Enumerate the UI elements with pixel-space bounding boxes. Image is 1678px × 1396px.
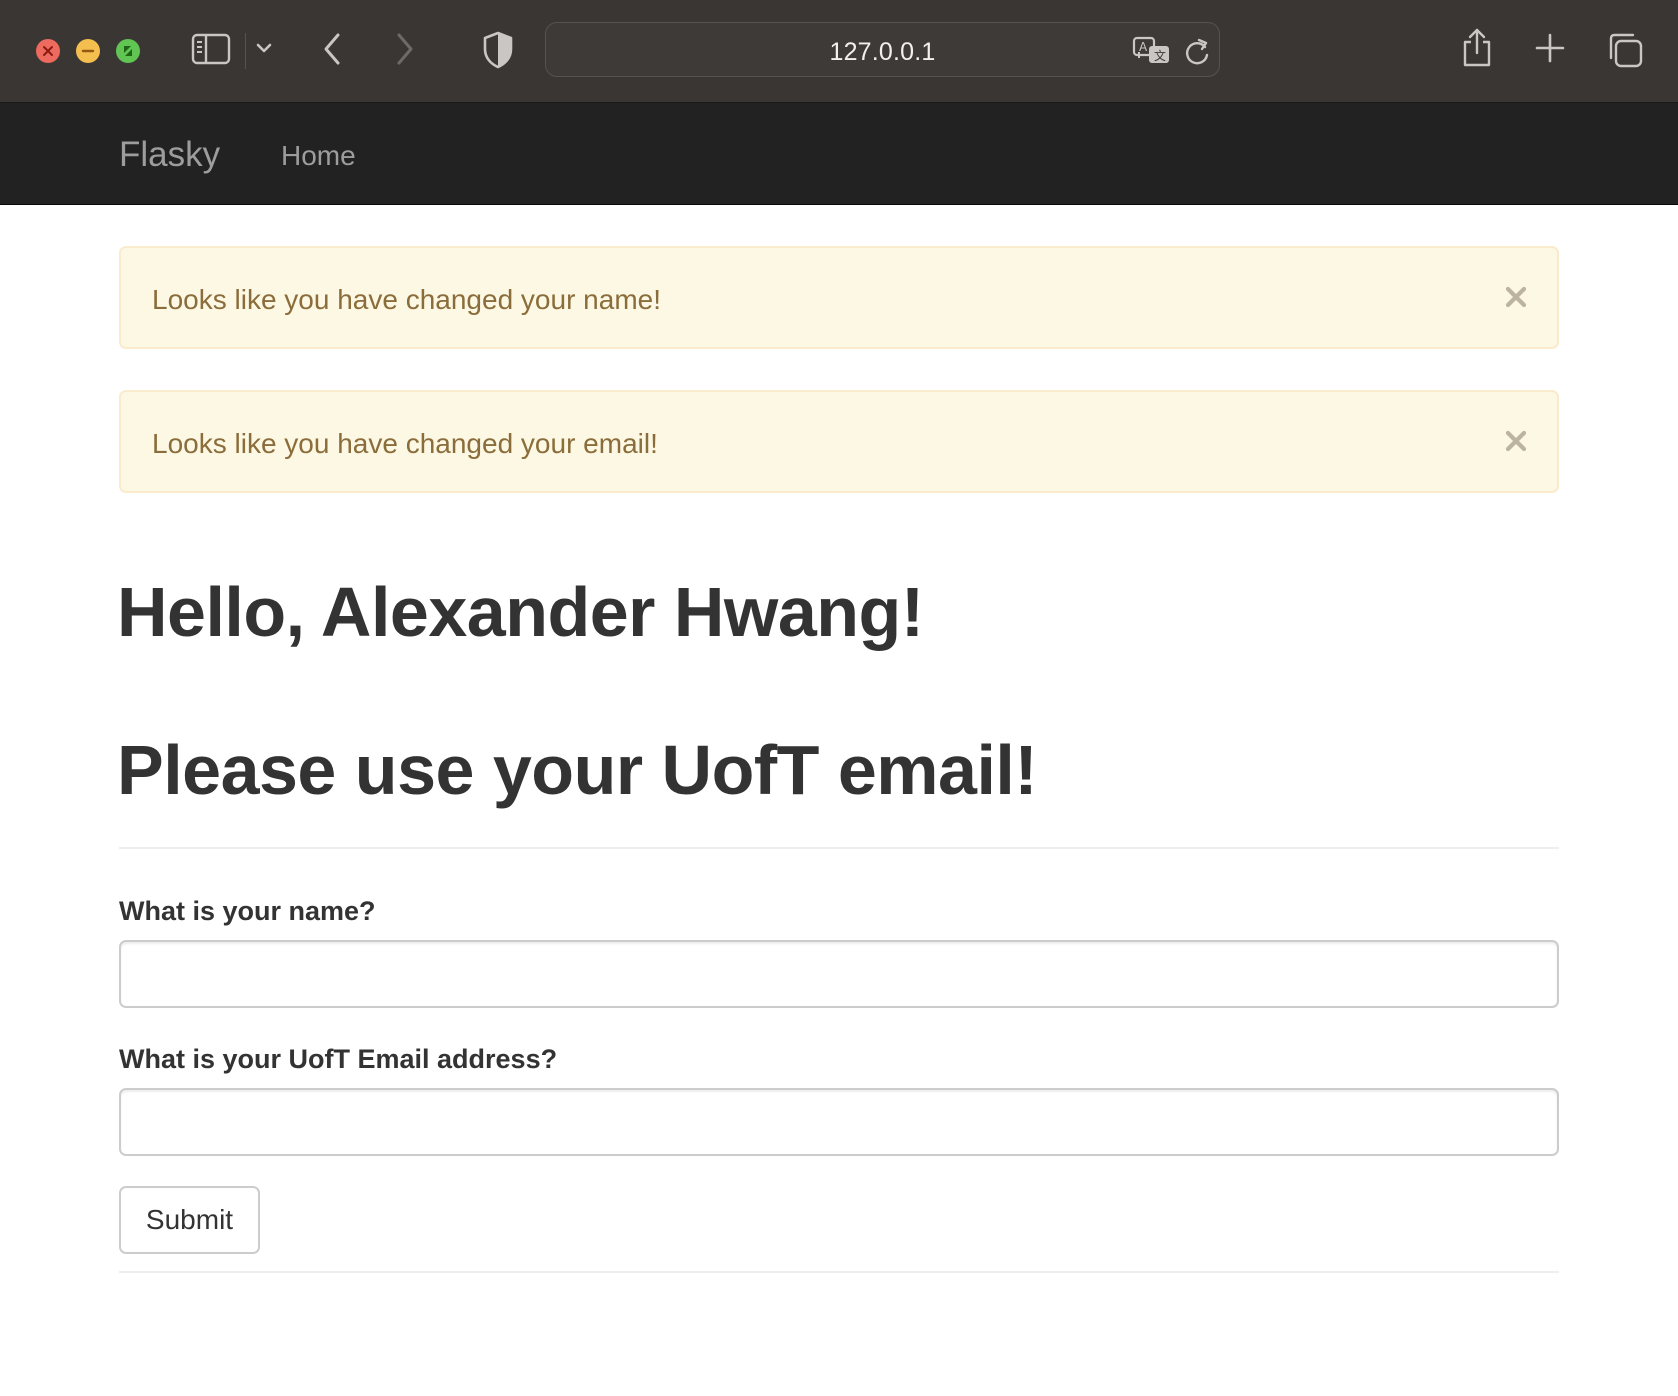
fullscreen-icon [124,46,132,56]
privacy-report-button[interactable] [482,30,514,70]
new-tab-button[interactable] [1534,32,1566,64]
sidebar-toggle-button[interactable] [191,32,231,66]
alert-message: Looks like you have changed your email! [152,428,658,459]
toolbar-divider [245,33,246,69]
divider [119,847,1559,849]
fullscreen-window-button[interactable] [116,39,140,63]
email-label: What is your UofT Email address? [119,1044,558,1074]
navbar-brand[interactable]: Flasky [119,135,220,175]
submit-button[interactable]: Submit [119,1186,260,1254]
svg-text:文: 文 [1154,48,1166,63]
divider [119,1271,1559,1273]
chevron-down-icon [256,43,272,53]
nav-home-link[interactable]: Home [281,140,356,172]
alert-close-button[interactable] [1501,426,1531,456]
translate-button[interactable]: A 文 [1132,35,1172,67]
page-heading: Please use your UofT email! [117,731,1038,809]
svg-text:A: A [1139,40,1148,54]
name-label: What is your name? [119,896,376,926]
minimize-window-button[interactable] [76,39,100,63]
share-icon [1463,28,1491,67]
minimize-icon [81,49,95,53]
email-input[interactable] [119,1088,1559,1156]
browser-toolbar: 127.0.0.1 A 文 [0,0,1678,103]
close-window-button[interactable] [36,39,60,63]
plus-icon [1535,33,1565,63]
tab-overview-button[interactable] [1606,31,1644,69]
alert-close-button[interactable] [1501,282,1531,312]
greeting-heading: Hello, Alexander Hwang! [117,573,924,651]
back-button[interactable] [318,30,348,68]
sidebar-icon [191,33,231,65]
close-icon [1505,430,1527,452]
close-icon [43,46,53,56]
name-input[interactable] [119,940,1559,1008]
alert-message: Looks like you have changed your name! [152,284,661,315]
forward-button[interactable] [389,30,419,68]
share-button[interactable] [1460,27,1494,69]
alert-email-changed: Looks like you have changed your email! [119,390,1559,493]
tab-group-dropdown-button[interactable] [254,40,274,56]
reload-button[interactable] [1182,35,1212,67]
translate-icon: A 文 [1132,36,1169,63]
close-icon [1505,286,1527,308]
address-bar[interactable]: 127.0.0.1 A 文 [545,22,1220,77]
navbar: Flasky Home [0,103,1678,205]
alert-name-changed: Looks like you have changed your name! [119,246,1559,349]
reload-icon [1186,38,1209,65]
url-text: 127.0.0.1 [829,38,936,66]
chevron-left-icon [324,33,340,65]
chevron-right-icon [397,33,413,65]
shield-icon [483,31,513,69]
tab-overview-icon [1609,33,1643,68]
